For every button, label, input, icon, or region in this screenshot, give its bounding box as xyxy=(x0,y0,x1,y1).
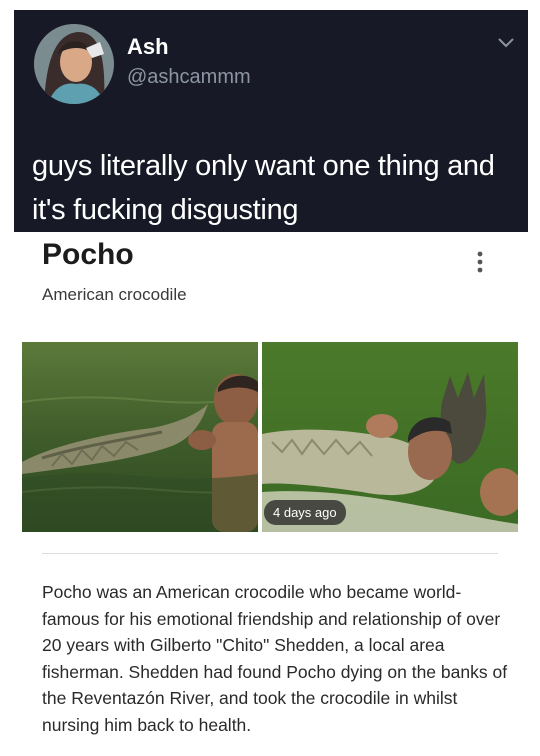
chevron-down-icon[interactable] xyxy=(496,36,516,50)
crocodile-kiss-photo xyxy=(22,342,258,532)
divider xyxy=(42,553,498,554)
tweet-card: Ash @ashcammm guys literally only want o… xyxy=(14,10,528,232)
tweet-text: guys literally only want one thing and i… xyxy=(32,150,495,226)
image-man-kissing-crocodile[interactable] xyxy=(22,342,258,532)
author-handle[interactable]: @ashcammm xyxy=(127,66,251,89)
image-timestamp-badge: 4 days ago xyxy=(264,500,346,525)
panel-subtitle: American crocodile xyxy=(42,285,187,304)
panel-description: Pocho was an American crocodile who beca… xyxy=(42,582,508,735)
avatar-photo-icon xyxy=(34,24,114,104)
author-name[interactable]: Ash xyxy=(127,34,169,60)
panel-title: Pocho xyxy=(42,238,134,271)
more-vert-icon[interactable] xyxy=(470,248,490,276)
avatar[interactable] xyxy=(34,24,114,104)
